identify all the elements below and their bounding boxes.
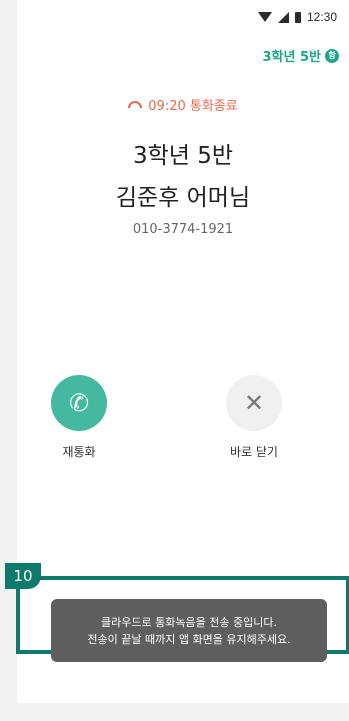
class-name-title: 3학년 5반 (132, 143, 234, 169)
call-end-status: 09:20 통화종료 (17, 95, 349, 114)
contact-name-title: 김준후 어머님 (115, 185, 251, 211)
signal-icon (277, 11, 289, 23)
status-time: 12:30 (306, 10, 337, 24)
close-icon: ✕ (243, 389, 265, 417)
phone-number: 010-3774-1921 (132, 222, 234, 237)
status-bar: 12:30 (137, 0, 349, 34)
phone-icon: ✆ (68, 389, 90, 417)
close-now-label: 바로 닫기 (230, 445, 278, 459)
class-tag-label: 3학년 5반 (262, 50, 322, 65)
wifi-icon (257, 12, 272, 22)
class-badge: 항 (325, 48, 339, 63)
battery-icon (294, 11, 301, 23)
upload-toast: 클라우드로 통화녹음을 전송 중입니다. 전송이 끝날 때까지 앱 화면을 유지… (51, 599, 327, 662)
annotation-number: 10 (5, 563, 41, 589)
call-end-text: 09:20 통화종료 (148, 99, 238, 114)
call-end-icon (128, 101, 143, 108)
redial-button[interactable]: ✆ 재통화 (39, 375, 119, 460)
redial-circle[interactable]: ✆ (51, 375, 107, 431)
close-now-button[interactable]: ✕ 바로 닫기 (214, 375, 294, 460)
class-tag[interactable]: 3학년 5반 항 (262, 46, 339, 65)
toast-line-1: 클라우드로 통화녹음을 전송 중입니다. (101, 615, 277, 629)
redial-label: 재통화 (62, 445, 96, 459)
close-circle[interactable]: ✕ (226, 375, 282, 431)
toast-line-2: 전송이 끝날 때까지 앱 화면을 유지해주세요. (87, 632, 291, 646)
